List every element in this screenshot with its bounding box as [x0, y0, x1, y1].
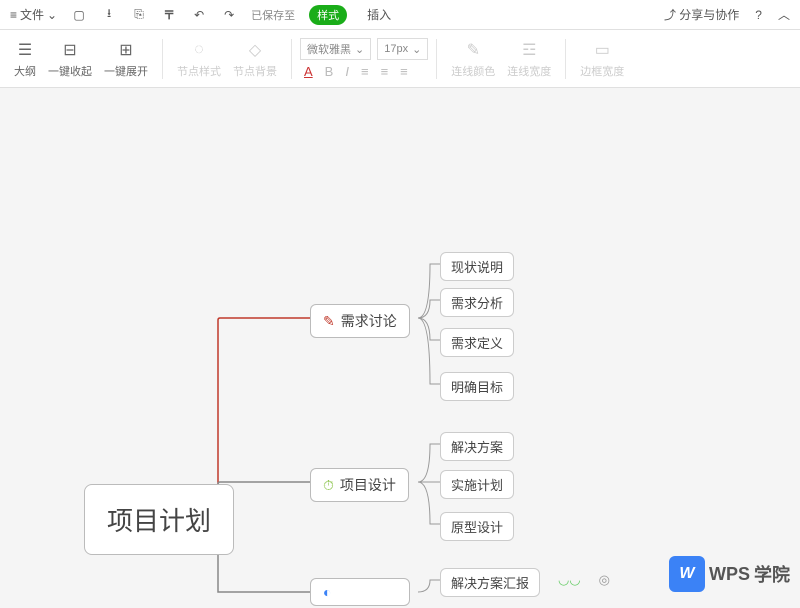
mindmap-canvas[interactable]: 项目计划 ✎ 需求讨论 现状说明 需求分析 需求定义 明确目标 ⏱ 项目设计 解…	[0, 88, 800, 600]
mindmap-root-node[interactable]: 项目计划	[84, 484, 234, 555]
align-right-icon[interactable]: ≡	[400, 64, 408, 79]
font-color-icon[interactable]: A	[304, 64, 313, 79]
save-icon[interactable]: ▢	[71, 7, 87, 23]
mindmap-leaf-node[interactable]: 明确目标	[440, 372, 514, 401]
align-center-icon[interactable]: ≡	[381, 64, 389, 79]
node-bg-button[interactable]: ◇节点背景	[227, 37, 283, 81]
redo-icon[interactable]: ↷	[221, 7, 237, 23]
node-label: 需求讨论	[341, 311, 397, 331]
node-label: 项目设计	[340, 475, 396, 495]
mindmap-leaf-node[interactable]: 实施计划	[440, 470, 514, 499]
mindmap-leaf-node[interactable]: 原型设计	[440, 512, 514, 541]
line-width-button[interactable]: ☲连线宽度	[501, 37, 557, 81]
ribbon-toolbar: ☰大纲 ⊟一键收起 ⊞一键展开 ◌节点样式 ◇节点背景 微软雅黑⌄ 17px⌄ …	[0, 30, 800, 88]
mindmap-leaf-node[interactable]: 需求分析	[440, 288, 514, 317]
mindmap-leaf-node[interactable]: 解决方案汇报	[440, 568, 540, 597]
expand-all-button[interactable]: ⊞一键展开	[98, 37, 154, 81]
mindmap-branch-node[interactable]: ◐	[310, 578, 410, 606]
font-family-select[interactable]: 微软雅黑⌄	[300, 38, 371, 60]
pencil-icon: ✎	[323, 313, 335, 330]
insert-menu[interactable]: 插入	[367, 6, 391, 23]
menu-file[interactable]: ≡ 文件 ⌄	[10, 6, 57, 23]
eye-icon[interactable]: ◡◡	[558, 572, 581, 588]
style-pill[interactable]: 样式	[309, 5, 347, 25]
target-icon[interactable]: ◎	[599, 572, 610, 588]
mindmap-leaf-node[interactable]: 现状说明	[440, 252, 514, 281]
outline-button[interactable]: ☰大纲	[8, 37, 42, 81]
expand-icon: ⊞	[115, 39, 137, 61]
node-style-button[interactable]: ◌节点样式	[171, 37, 227, 81]
font-size-select[interactable]: 17px⌄	[377, 38, 428, 60]
chat-icon: ◐	[323, 584, 331, 600]
help-button[interactable]: ?	[755, 8, 762, 22]
line-color-button[interactable]: ✎连线颜色	[445, 37, 501, 81]
collapse-ribbon-icon[interactable]: ︿	[778, 6, 790, 23]
download-icon[interactable]: ⭳	[101, 7, 117, 23]
border-width-button[interactable]: ▭边框宽度	[574, 37, 630, 81]
undo-icon[interactable]: ↶	[191, 7, 207, 23]
mindmap-leaf-node[interactable]: 解决方案	[440, 432, 514, 461]
export-icon[interactable]: ⎘	[131, 7, 147, 23]
collapse-all-button[interactable]: ⊟一键收起	[42, 37, 98, 81]
timer-icon: ⏱	[323, 477, 334, 494]
align-left-icon[interactable]: ≡	[361, 64, 369, 79]
node-bg-icon: ◇	[244, 39, 266, 61]
wps-logo-icon: W	[669, 556, 705, 592]
format-painter-icon[interactable]: 〒	[161, 7, 177, 23]
canvas-controls: ◡◡ ◎	[558, 572, 610, 588]
top-menubar: ≡ 文件 ⌄ ▢ ⭳ ⎘ 〒 ↶ ↷ 已保存至 样式 插入 ⤴ 分享与协作 ? …	[0, 0, 800, 30]
bold-icon[interactable]: B	[325, 64, 334, 79]
collapse-icon: ⊟	[59, 39, 81, 61]
mindmap-branch-node[interactable]: ⏱ 项目设计	[310, 468, 409, 502]
mindmap-leaf-node[interactable]: 需求定义	[440, 328, 514, 357]
outline-icon: ☰	[14, 39, 36, 61]
italic-icon[interactable]: I	[345, 64, 349, 79]
wps-watermark: W WPS学院	[669, 556, 790, 592]
mindmap-branch-node[interactable]: ✎ 需求讨论	[310, 304, 410, 338]
border-width-icon: ▭	[591, 39, 613, 61]
node-style-icon: ◌	[188, 39, 210, 61]
line-width-icon: ☲	[518, 39, 540, 61]
share-button[interactable]: ⤴ 分享与协作	[664, 6, 739, 23]
line-color-icon: ✎	[462, 39, 484, 61]
saved-label: 已保存至	[251, 7, 295, 23]
